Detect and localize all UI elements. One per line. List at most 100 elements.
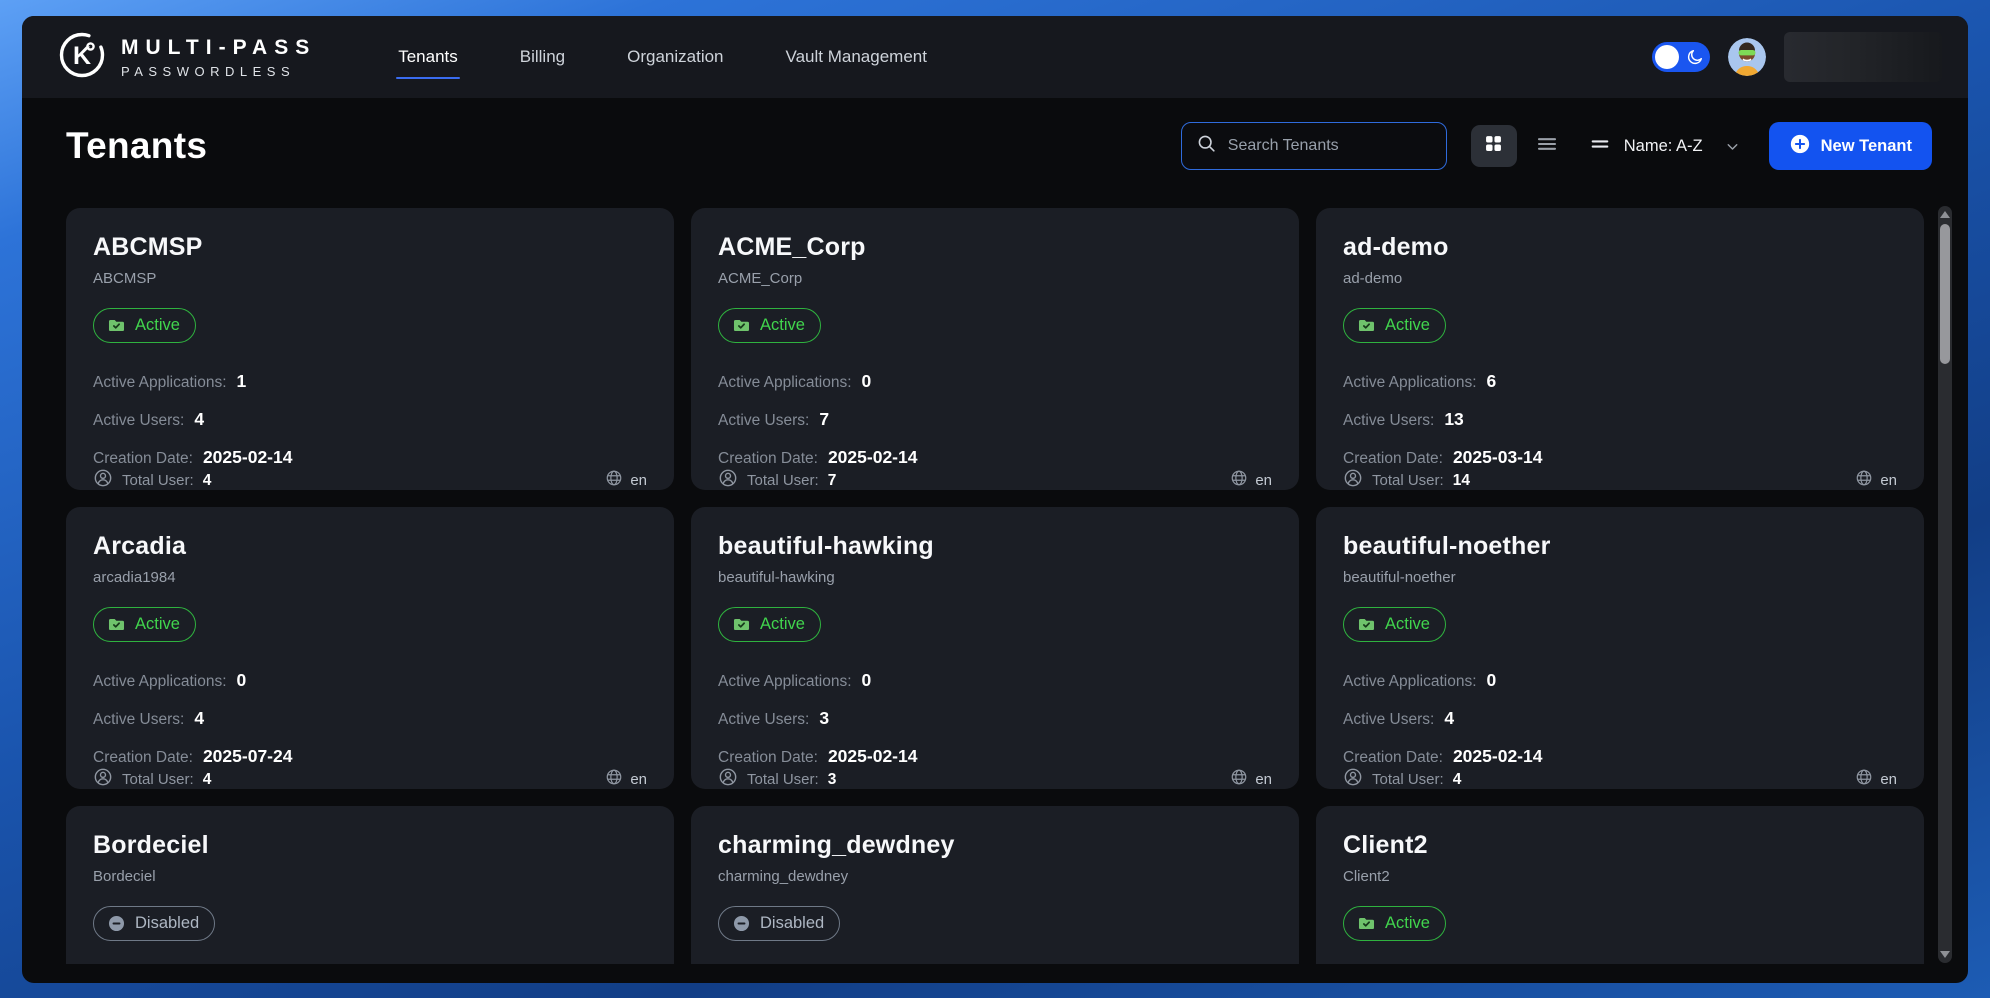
tenant-name: ACME_Corp xyxy=(718,233,1272,262)
total-user-label: Total User: xyxy=(122,472,194,489)
scroll-up-arrow-icon[interactable] xyxy=(1940,211,1950,218)
tenant-stats: Active Applications:0Active Users:7Creat… xyxy=(718,371,1272,468)
stat-value: 2025-02-14 xyxy=(828,746,918,767)
theme-toggle[interactable] xyxy=(1652,42,1710,72)
nav-tab-tenants[interactable]: Tenants xyxy=(396,41,460,73)
user-avatar[interactable] xyxy=(1728,38,1766,76)
stat-label: Active Users: xyxy=(718,711,809,729)
stat-label: Active Users: xyxy=(1343,711,1434,729)
globe-icon xyxy=(1230,768,1248,791)
tenant-card[interactable]: beautiful-hawking beautiful-hawking Acti… xyxy=(691,507,1299,789)
scrollbar-thumb[interactable] xyxy=(1940,224,1950,364)
stat-label: Active Applications: xyxy=(718,374,852,392)
chevron-down-icon xyxy=(1724,138,1741,155)
stat-value: 4 xyxy=(1444,708,1454,729)
language-label: en xyxy=(1880,771,1897,788)
user-circle-icon xyxy=(718,767,738,792)
status-label: Active xyxy=(135,316,180,335)
status-badge: Disabled xyxy=(718,906,840,941)
vertical-scrollbar[interactable] xyxy=(1938,206,1952,963)
status-badge: Active xyxy=(1343,607,1446,642)
tenant-stats: Active Applications:6Active Users:13Crea… xyxy=(1343,371,1897,468)
tenant-stats: Active Applications:0Active Users:4Creat… xyxy=(93,670,647,767)
grid-view-button[interactable] xyxy=(1471,125,1517,167)
user-name-redacted[interactable] xyxy=(1784,32,1942,82)
stat-label: Active Applications: xyxy=(718,673,852,691)
tenant-card[interactable]: ad-demo ad-demo Active Active Applicatio… xyxy=(1316,208,1924,490)
tenant-card[interactable]: beautiful-noether beautiful-noether Acti… xyxy=(1316,507,1924,789)
card-footer: Total User: 4 en xyxy=(93,767,647,792)
stat-row: Creation Date: 2025-02-14 xyxy=(1343,746,1897,767)
tenant-card[interactable]: Arcadia arcadia1984 Active Active Applic… xyxy=(66,507,674,789)
folder-check-icon xyxy=(1357,615,1376,634)
folder-check-icon xyxy=(1357,914,1376,933)
language-label: en xyxy=(1255,771,1272,788)
tenant-card[interactable]: Client2 Client2 Active Active Applicatio… xyxy=(1316,806,1924,964)
list-view-button[interactable] xyxy=(1535,132,1559,161)
status-label: Disabled xyxy=(760,914,824,933)
stat-row: Active Applications:0 xyxy=(718,371,1272,392)
new-tenant-label: New Tenant xyxy=(1821,137,1912,156)
language-label: en xyxy=(1880,472,1897,489)
total-user: Total User: 14 xyxy=(1343,468,1470,493)
stat-label: Creation Date: xyxy=(1343,749,1443,767)
status-badge: Active xyxy=(718,308,821,343)
stat-row: Creation Date:2025-07-24 xyxy=(93,746,647,767)
status-badge: Active xyxy=(93,607,196,642)
stat-row: Active Users:4 xyxy=(93,708,647,729)
search-box[interactable] xyxy=(1181,122,1447,170)
stat-label: Creation Date: xyxy=(93,749,193,767)
user-circle-icon xyxy=(1343,468,1363,493)
folder-check-icon xyxy=(732,615,751,634)
minus-circle-icon xyxy=(732,914,751,933)
folder-check-icon xyxy=(732,316,751,335)
tenant-slug: arcadia1984 xyxy=(93,569,647,586)
stat-label: Active Applications: xyxy=(93,374,227,392)
user-circle-icon xyxy=(93,767,113,792)
user-circle-icon xyxy=(1343,767,1363,792)
stat-row: Active Applications:0 xyxy=(718,670,1272,691)
stat-value: 6 xyxy=(1487,371,1497,392)
total-user-value: 14 xyxy=(1453,472,1470,490)
globe-icon xyxy=(1855,768,1873,791)
tenant-card[interactable]: Bordeciel Bordeciel Disabled Active Appl… xyxy=(66,806,674,964)
stat-value: 7 xyxy=(819,409,829,430)
tenant-name: beautiful-hawking xyxy=(718,532,1272,561)
tenant-slug: ABCMSP xyxy=(93,270,647,287)
tenant-slug: beautiful-hawking xyxy=(718,569,1272,586)
stat-value: 2025-02-14 xyxy=(1453,746,1543,767)
tenant-name: Bordeciel xyxy=(93,831,647,860)
folder-check-icon xyxy=(107,615,126,634)
status-badge: Active xyxy=(93,308,196,343)
language: en xyxy=(605,768,647,791)
stat-label: Active Applications: xyxy=(1343,374,1477,392)
search-icon xyxy=(1196,133,1217,159)
language: en xyxy=(1855,768,1897,791)
status-label: Active xyxy=(135,615,180,634)
scroll-down-arrow-icon[interactable] xyxy=(1940,951,1950,958)
stat-label: Creation Date: xyxy=(1343,450,1443,468)
nav-tab-billing[interactable]: Billing xyxy=(518,41,567,73)
tenant-card[interactable]: charming_dewdney charming_dewdney Disabl… xyxy=(691,806,1299,964)
stat-label: Active Users: xyxy=(93,412,184,430)
folder-check-icon xyxy=(1357,316,1376,335)
tenant-card[interactable]: ACME_Corp ACME_Corp Active Active Applic… xyxy=(691,208,1299,490)
sort-lines-icon xyxy=(1589,133,1611,160)
nav-tab-vault-management[interactable]: Vault Management xyxy=(784,41,929,73)
search-input[interactable] xyxy=(1228,137,1432,155)
app-bar: K MULTI-PASS PASSWORDLESS Tenants Billin… xyxy=(22,16,1968,98)
sort-dropdown[interactable]: Name: A-Z xyxy=(1589,133,1741,160)
total-user-label: Total User: xyxy=(747,472,819,489)
status-label: Active xyxy=(760,615,805,634)
tenant-slug: Client2 xyxy=(1343,868,1897,885)
total-user-value: 7 xyxy=(828,472,837,490)
tenant-name: Arcadia xyxy=(93,532,647,561)
grid-view-icon xyxy=(1483,133,1504,159)
card-footer: Total User: 3 en xyxy=(718,767,1272,792)
nav-tab-organization[interactable]: Organization xyxy=(625,41,725,73)
tenant-stats: Active Applications:0Active Users:3Creat… xyxy=(718,670,1272,767)
brand-text: MULTI-PASS PASSWORDLESS xyxy=(121,36,316,79)
new-tenant-button[interactable]: New Tenant xyxy=(1769,122,1932,170)
tenant-card[interactable]: ABCMSP ABCMSP Active Active Applications… xyxy=(66,208,674,490)
stat-value: 13 xyxy=(1444,409,1463,430)
